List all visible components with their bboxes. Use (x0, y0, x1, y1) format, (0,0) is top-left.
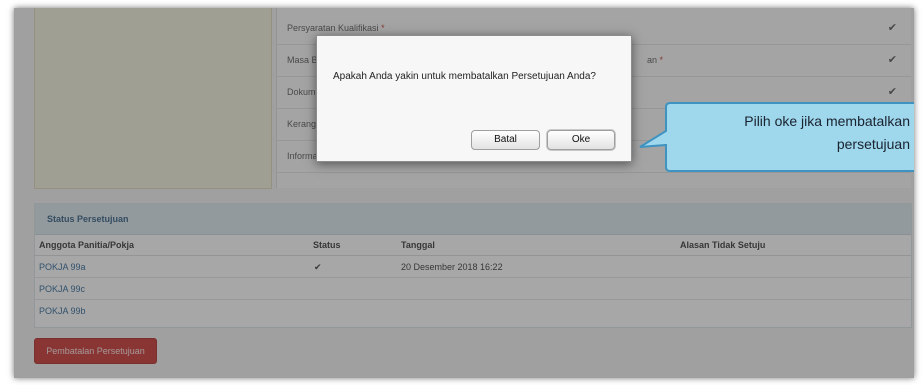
screenshot-frame: Persyaratan Kualifikasi * ✔ Masa Berlaku… (14, 8, 914, 378)
callout-text: Pilih oke jika membatalkan persetujuan (744, 113, 910, 152)
confirm-dialog: Apakah Anda yakin untuk membatalkan Pers… (316, 35, 632, 162)
instruction-callout: Pilih oke jika membatalkan persetujuan (638, 101, 914, 173)
ok-button[interactable]: Oke (547, 130, 615, 150)
dialog-message: Apakah Anda yakin untuk membatalkan Pers… (333, 71, 596, 82)
cancel-button[interactable]: Batal (471, 130, 540, 150)
